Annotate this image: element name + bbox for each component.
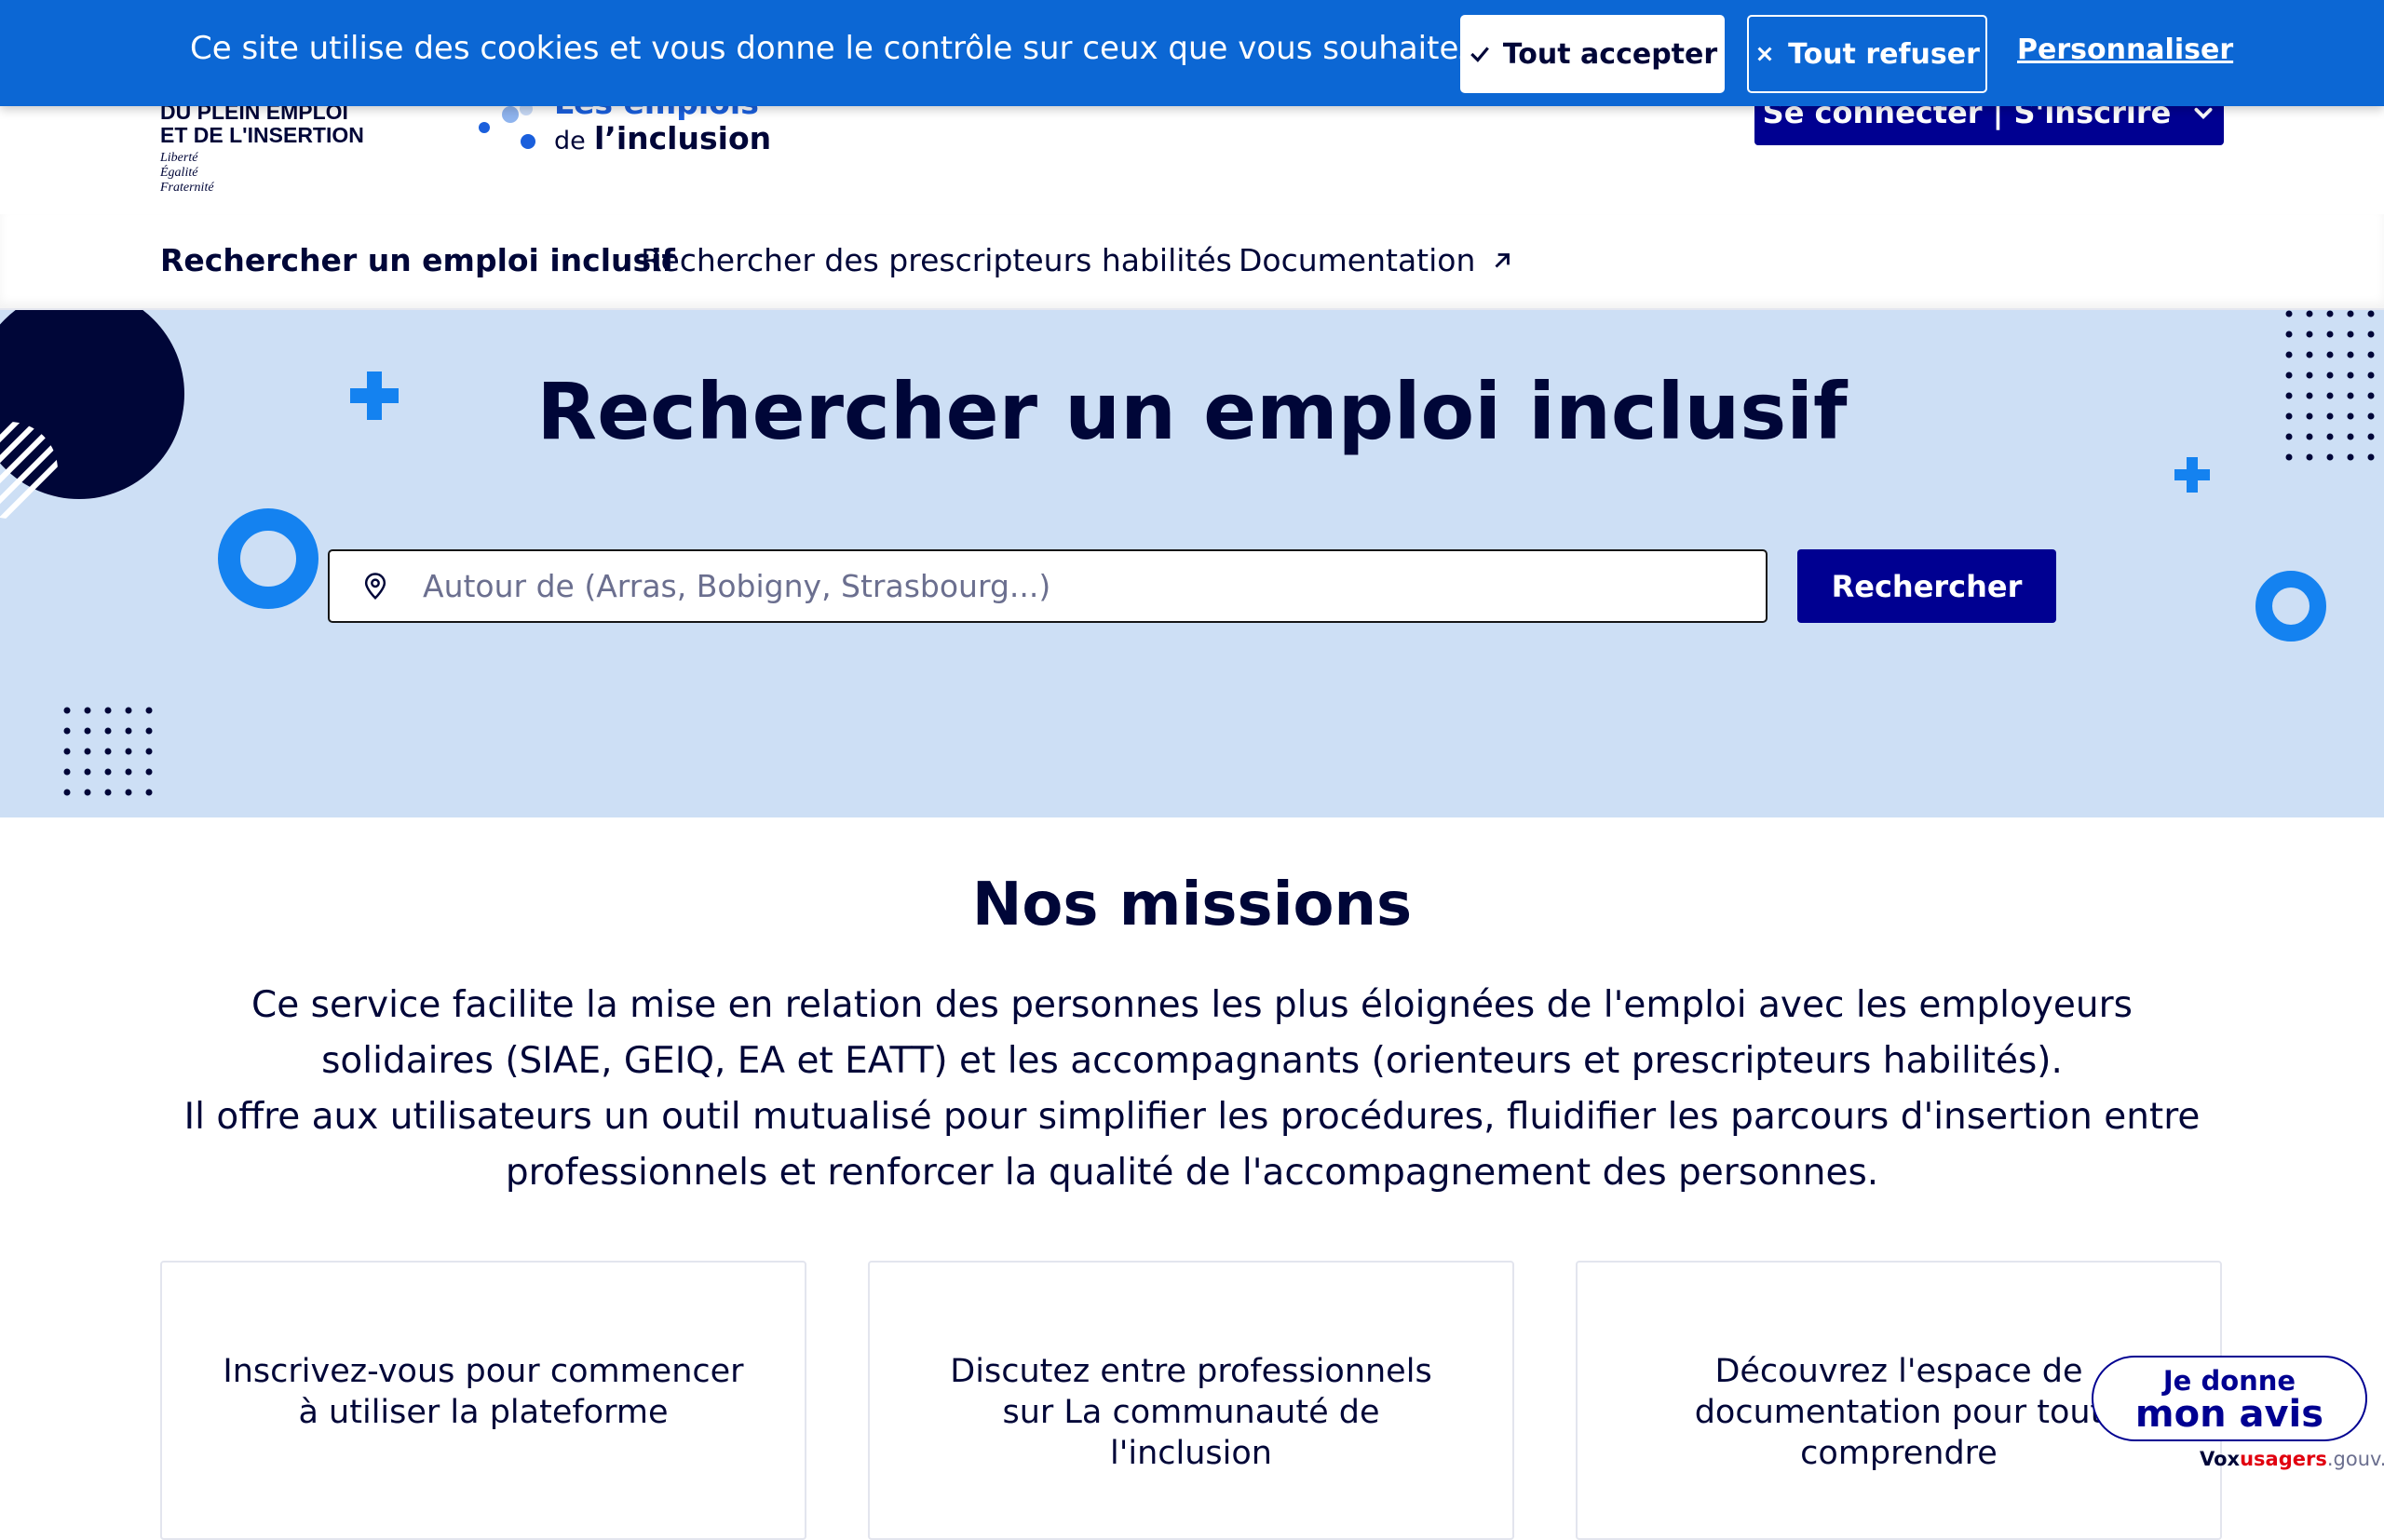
brand-name-inclusion: l’inclusion <box>593 120 772 156</box>
map-pin-icon <box>364 572 386 600</box>
customize-cookies-link[interactable]: Personnaliser <box>2017 34 2233 66</box>
mission-card-community[interactable]: Discutez entre professionnels sur La com… <box>868 1261 1514 1540</box>
nav-item-label: Rechercher un emploi inclusif <box>160 242 675 278</box>
motto-egalite: Égalité <box>160 166 198 180</box>
close-icon <box>1757 47 1772 61</box>
gouv-text: .gouv.fr <box>2326 1448 2384 1470</box>
plus-decoration-icon <box>2174 457 2210 493</box>
feedback-label-line1: Je donne <box>2162 1365 2296 1397</box>
nav-item-label: Rechercher des prescripteurs habilités <box>641 242 1232 278</box>
missions-paragraph-2: Il offre aux utilisateurs un outil mutua… <box>183 1096 2201 1194</box>
location-search-field[interactable] <box>328 549 1768 623</box>
hero-title: Rechercher un emploi inclusif <box>536 366 1848 457</box>
voxusagers-logo: Voxusagers.gouv.fr <box>2200 1448 2384 1470</box>
brand-name-de: de <box>554 127 586 155</box>
motto-fraternite: Fraternité <box>160 181 214 195</box>
feedback-button[interactable]: Je donne mon avis <box>2092 1356 2367 1441</box>
location-search-input[interactable] <box>421 567 1725 605</box>
mission-card-text: Découvrez l'espace de documentation pour… <box>1694 1353 2104 1472</box>
main-navigation: Rechercher un emploi inclusif Rechercher… <box>0 214 2384 310</box>
dot-grid-decoration-icon <box>63 707 153 796</box>
cookie-banner-text: Ce site utilise des cookies et vous donn… <box>190 30 1595 67</box>
nav-item-label: Documentation <box>1239 242 1476 278</box>
hero-search-section: Rechercher un emploi inclusif Rechercher <box>0 310 2384 817</box>
nav-item-documentation[interactable]: Documentation <box>1239 242 1514 278</box>
motto-liberte: Liberté <box>160 151 198 165</box>
ring-decoration-icon <box>2255 571 2326 642</box>
refuse-all-cookies-button[interactable]: Tout refuser <box>1747 15 1987 93</box>
nav-item-search-job[interactable]: Rechercher un emploi inclusif <box>160 242 675 278</box>
check-icon <box>1470 47 1489 62</box>
feedback-label-line2: mon avis <box>2134 1393 2324 1436</box>
cookie-banner: Ce site utilise des cookies et vous donn… <box>0 0 2384 106</box>
accept-all-cookies-button[interactable]: Tout accepter <box>1460 15 1725 93</box>
ring-decoration-icon <box>218 508 318 609</box>
missions-title: Nos missions <box>971 871 1413 939</box>
external-link-icon <box>1495 252 1510 267</box>
mission-card-text: Discutez entre professionnels sur La com… <box>950 1353 1432 1472</box>
nav-item-search-prescribers[interactable]: Rechercher des prescripteurs habilités <box>641 242 1232 278</box>
usagers-text: usagers <box>2240 1448 2327 1470</box>
ministry-logo[interactable]: DU PLEIN EMPLOI ET DE L'INSERTION Libert… <box>160 101 402 196</box>
missions-paragraph-1: Ce service facilite la mise en relation … <box>251 984 2133 1082</box>
missions-description: Ce service facilite la mise en relation … <box>160 978 2224 1201</box>
accept-all-label: Tout accepter <box>1502 37 1718 71</box>
mission-card-signup[interactable]: Inscrivez-vous pour commencer à utiliser… <box>160 1261 806 1540</box>
refuse-all-label: Tout refuser <box>1788 37 1980 71</box>
mission-card-text: Inscrivez-vous pour commencer à utiliser… <box>223 1353 744 1431</box>
ministry-name-line2: ET DE L'INSERTION <box>160 123 364 147</box>
vox-text: Vox <box>2200 1448 2241 1470</box>
search-button[interactable]: Rechercher <box>1797 549 2056 623</box>
